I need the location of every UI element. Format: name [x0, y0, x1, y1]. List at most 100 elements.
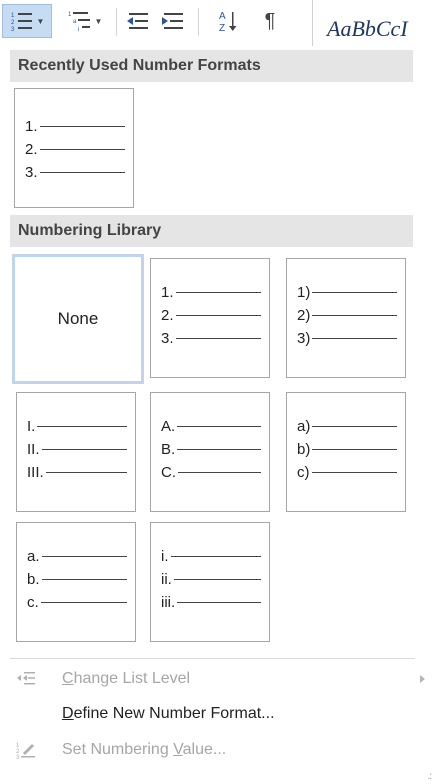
svg-text:2: 2	[11, 20, 15, 26]
list-line	[37, 425, 127, 427]
list-line	[312, 425, 397, 427]
define-new-number-format-label: Define New Number Format...	[62, 705, 275, 723]
list-number-label: II.	[27, 440, 40, 458]
increase-indent-icon	[161, 11, 185, 31]
change-list-level-label: Change List Level	[62, 670, 190, 688]
list-line	[41, 448, 127, 450]
set-numbering-value-icon: 1 2 3	[16, 741, 36, 761]
list-line	[178, 471, 261, 473]
svg-text:3: 3	[11, 27, 15, 32]
list-line	[45, 471, 127, 473]
menu-text: Set Numbering	[62, 741, 174, 758]
numbering-tile-alpha-upper[interactable]: A. B. C.	[150, 392, 270, 512]
list-number-label: 1)	[297, 283, 311, 301]
list-line	[175, 291, 261, 293]
change-list-level-item[interactable]: Change List Level	[0, 663, 433, 695]
list-number-label: 1.	[161, 283, 174, 301]
list-number-label: C.	[161, 463, 176, 481]
list-line	[41, 578, 127, 580]
numbering-dropdown: Recently Used Number Formats 1. 2. 3. Nu…	[0, 46, 433, 784]
svg-text:3: 3	[16, 755, 20, 759]
list-line	[311, 471, 397, 473]
none-label: None	[57, 309, 99, 328]
define-new-number-format-item[interactable]: Define New Number Format...	[0, 698, 433, 730]
list-line	[312, 448, 397, 450]
multilevel-list-button[interactable]: 1 a i ▼	[60, 4, 110, 38]
list-number-label: A.	[161, 417, 176, 435]
menu-text: efine New Number Format...	[73, 705, 275, 722]
numbering-library-header: Numbering Library	[10, 215, 413, 247]
chevron-down-icon[interactable]: ▼	[95, 17, 103, 26]
numbering-tile-arabic-period[interactable]: 1. 2. 3.	[150, 258, 270, 378]
list-line	[312, 314, 397, 316]
list-number-label: 2.	[161, 306, 174, 324]
pilcrow-icon: ¶	[264, 9, 276, 32]
list-number-label: a)	[297, 417, 311, 435]
numbering-button[interactable]: 1 2 3 ▼	[2, 4, 52, 38]
list-number-label: I.	[27, 417, 36, 435]
list-number-label: a.	[27, 547, 40, 565]
list-number-label: b.	[27, 570, 40, 588]
svg-text:A: A	[219, 11, 226, 22]
list-line	[312, 291, 397, 293]
menu-text: alue...	[182, 741, 227, 758]
list-line	[173, 578, 261, 580]
list-line	[39, 125, 125, 127]
menu-text: hange List Level	[73, 670, 191, 687]
svg-text:1: 1	[68, 12, 72, 18]
list-number-label: 3.	[161, 329, 174, 347]
list-line	[39, 148, 125, 150]
numbered-list-icon: 1 2 3	[10, 10, 34, 32]
list-line	[175, 314, 261, 316]
list-line	[177, 425, 261, 427]
show-marks-button[interactable]: ¶	[254, 4, 286, 38]
multilevel-list-icon: 1 a i	[68, 10, 92, 32]
numbering-tile-roman-lower[interactable]: i. ii. iii.	[150, 522, 270, 642]
numbering-tile-arabic-paren[interactable]: 1) 2) 3)	[286, 258, 406, 378]
list-number-label: 2)	[297, 306, 311, 324]
list-number-label: 1.	[25, 117, 38, 135]
chevron-down-icon[interactable]: ▼	[37, 17, 45, 26]
list-line	[41, 555, 127, 557]
sort-button[interactable]: A Z	[212, 4, 244, 38]
list-number-label: c.	[27, 593, 39, 611]
list-number-label: B.	[161, 440, 176, 458]
list-line	[170, 555, 261, 557]
set-numbering-value-item[interactable]: 1 2 3 Set Numbering Value...	[0, 734, 433, 766]
numbering-tile-alpha-lower-paren[interactable]: a) b) c)	[286, 392, 406, 512]
list-line	[175, 337, 261, 339]
list-line	[312, 337, 397, 339]
numbering-none-tile[interactable]: None	[12, 254, 144, 384]
list-number-label: 3)	[297, 329, 311, 347]
recent-format-tile[interactable]: 1. 2. 3.	[14, 88, 134, 208]
svg-text:a: a	[73, 19, 77, 25]
list-number-label: i.	[161, 547, 169, 565]
list-number-label: b)	[297, 440, 311, 458]
decrease-indent-button[interactable]	[122, 4, 154, 38]
list-number-label: 3.	[25, 163, 38, 181]
access-key: V	[173, 741, 183, 758]
style-preview-normal[interactable]: AaBbCcI	[312, 0, 433, 46]
sort-az-icon: A Z	[218, 9, 238, 33]
change-list-level-icon	[16, 670, 36, 688]
list-number-label: iii.	[161, 593, 176, 611]
ribbon-separator	[116, 8, 117, 36]
list-number-label: ii.	[161, 570, 172, 588]
numbering-tile-alpha-lower-period[interactable]: a. b. c.	[16, 522, 136, 642]
list-line	[39, 171, 125, 173]
list-line	[40, 601, 127, 603]
set-numbering-value-label: Set Numbering Value...	[62, 741, 226, 759]
list-number-label: c)	[297, 463, 310, 481]
menu-divider	[10, 658, 415, 659]
list-number-label: III.	[27, 463, 44, 481]
list-number-label: 2.	[25, 140, 38, 158]
recent-formats-header: Recently Used Number Formats	[10, 50, 413, 82]
numbering-tile-roman-upper[interactable]: I. II. III.	[16, 392, 136, 512]
increase-indent-button[interactable]	[157, 4, 189, 38]
svg-text:i: i	[78, 27, 79, 32]
resize-grip-icon[interactable]: .:	[427, 771, 431, 782]
list-line	[177, 448, 261, 450]
svg-text:Z: Z	[219, 23, 225, 33]
ribbon-paragraph-group: 1 2 3 ▼ 1 a i ▼ A Z ¶ AaBbCcI	[0, 0, 433, 47]
list-line	[177, 601, 261, 603]
